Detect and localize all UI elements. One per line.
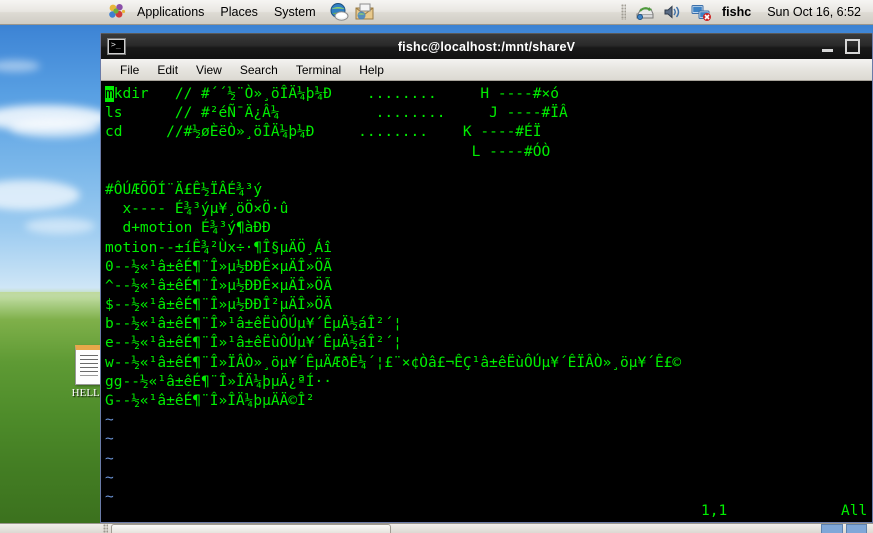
window-titlebar[interactable]: >_ fishc@localhost:/mnt/shareV: [101, 33, 872, 59]
menu-edit[interactable]: Edit: [148, 61, 187, 79]
vim-line: L ----#ÓÒ: [105, 143, 551, 160]
menu-view[interactable]: View: [187, 61, 231, 79]
menu-places[interactable]: Places: [212, 2, 266, 22]
vim-line: ls // #²éÑ¯Ä¿Â¼ ........ J ----#ÏÂ: [105, 105, 568, 122]
vim-tilde-line: ~: [105, 412, 114, 429]
clock-applet[interactable]: Sun Oct 16, 6:52: [763, 5, 865, 19]
workspace-1[interactable]: [821, 524, 843, 533]
cloud-decoration: [0, 180, 80, 210]
vim-line: motion--±íÊ¾²Ùx÷·¶Î§µÄÖ¸Áî: [105, 239, 332, 256]
vim-tilde-line: ~: [105, 431, 114, 448]
vim-line: e--½«¹â±êÉ¶¨Î»¹â±êËùÔÚµ¥´ÊµÄ½áÎ²´¦: [105, 335, 402, 352]
vim-line: [105, 162, 872, 181]
screen: HELL. t Applications Places System fishc…: [0, 0, 873, 533]
terminal-icon: >_: [107, 38, 126, 55]
terminal-window: >_ fishc@localhost:/mnt/shareV File Edit…: [100, 33, 873, 523]
cloud-decoration: [10, 118, 100, 138]
vim-line: ^--½«¹â±êÉ¶¨Î»µ½ÐÐÊ×µÄÎ»ÖÃ: [105, 277, 332, 294]
terminal-icon-prompt: >_: [111, 40, 121, 49]
window-title: fishc@localhost:/mnt/shareV: [397, 39, 576, 54]
vim-status-scroll: All: [841, 503, 868, 519]
menu-help[interactable]: Help: [350, 61, 393, 79]
bottom-panel: [0, 523, 873, 533]
menu-search[interactable]: Search: [231, 61, 287, 79]
vim-line: G--½«¹â±êÉ¶¨Î»ÎÄ¼þµÄÄ©Î²: [105, 393, 315, 409]
vim-tilde-line: ~: [105, 469, 114, 486]
vim-text-area[interactable]: mkdir // #´´½¨Ò»¸öÎÄ¼þ¼Ð ........ H ----…: [105, 85, 872, 411]
network-disconnected-icon[interactable]: [690, 3, 711, 21]
vim-tilde-line: ~: [105, 450, 114, 467]
window-controls: [822, 39, 872, 54]
vim-line: x---- É¾³ýµ¥¸öÖ×Ö·û: [105, 201, 289, 218]
menu-file[interactable]: File: [111, 61, 148, 79]
web-browser-launcher-icon[interactable]: [328, 2, 350, 22]
vim-line: $--½«¹â±êÉ¶¨Î»µ½ÐÐÎ²µÄÎ»ÖÃ: [105, 297, 332, 314]
vim-line: w--½«¹â±êÉ¶¨Î»ÏÂÒ»¸öµ¥´ÊµÄÆðÊ¼´¦£¨×¢Òâ£¬…: [105, 354, 682, 371]
email-client-launcher-icon[interactable]: [354, 2, 376, 22]
workspace-2[interactable]: [845, 524, 867, 533]
vim-line: mkdir // #´´½¨Ò»¸öÎÄ¼þ¼Ð ........ H ----…: [105, 86, 559, 102]
gnome-foot-icon[interactable]: [108, 3, 126, 21]
vim-line: cd //#½øÈëÒ»¸öÎÄ¼þ¼Ð ........ K ----#ÉÏ: [105, 124, 542, 141]
taskbar-window-button[interactable]: [111, 524, 391, 533]
vim-line: d+motion É¾³ý¶àÐÐ: [105, 220, 271, 237]
top-panel: Applications Places System fishc Sun Oct…: [0, 0, 873, 25]
menu-applications[interactable]: Applications: [129, 2, 212, 22]
vim-line: gg--½«¹â±êÉ¶¨Î»ÎÄ¼þµÄ¿ªÍ··: [105, 373, 332, 390]
minimize-button[interactable]: [822, 48, 833, 52]
vim-line: 0--½«¹â±êÉ¶¨Î»µ½ÐÐÊ×µÄÎ»ÖÃ: [105, 258, 332, 275]
cloud-decoration: [0, 60, 40, 72]
panel-grip[interactable]: [621, 4, 626, 20]
maximize-button[interactable]: [845, 39, 860, 54]
vim-line: b--½«¹â±êÉ¶¨Î»¹â±êËùÔÚµ¥´ÊµÄ½áÎ²´¦: [105, 316, 402, 333]
bottom-panel-workspace-switcher[interactable]: [821, 524, 867, 533]
update-manager-icon[interactable]: [634, 3, 654, 21]
user-menu[interactable]: fishc: [718, 5, 755, 19]
menu-terminal[interactable]: Terminal: [287, 61, 350, 79]
vim-status-position: 1,1: [701, 503, 728, 519]
vim-status-line: "HELL.txt" [converted][dos] 17L, 921C 1,…: [101, 501, 872, 522]
terminal-menubar: File Edit View Search Terminal Help: [101, 59, 872, 81]
cloud-decoration: [25, 218, 95, 234]
bottom-panel-grip[interactable]: [103, 524, 108, 533]
menu-system[interactable]: System: [266, 2, 324, 22]
volume-icon[interactable]: [662, 3, 682, 21]
vim-cursor: m: [105, 86, 114, 102]
top-panel-right: fishc Sun Oct 16, 6:52: [621, 3, 873, 21]
vim-empty-lines: ~ ~ ~ ~ ~: [105, 411, 872, 507]
terminal-screen[interactable]: mkdir // #´´½¨Ò»¸öÎÄ¼þ¼Ð ........ H ----…: [101, 81, 872, 522]
top-panel-left: Applications Places System: [0, 2, 376, 22]
vim-line: #ÔÚÆÕÕÍ¨Ä£Ê½ÏÂÉ¾³ý: [105, 181, 263, 198]
